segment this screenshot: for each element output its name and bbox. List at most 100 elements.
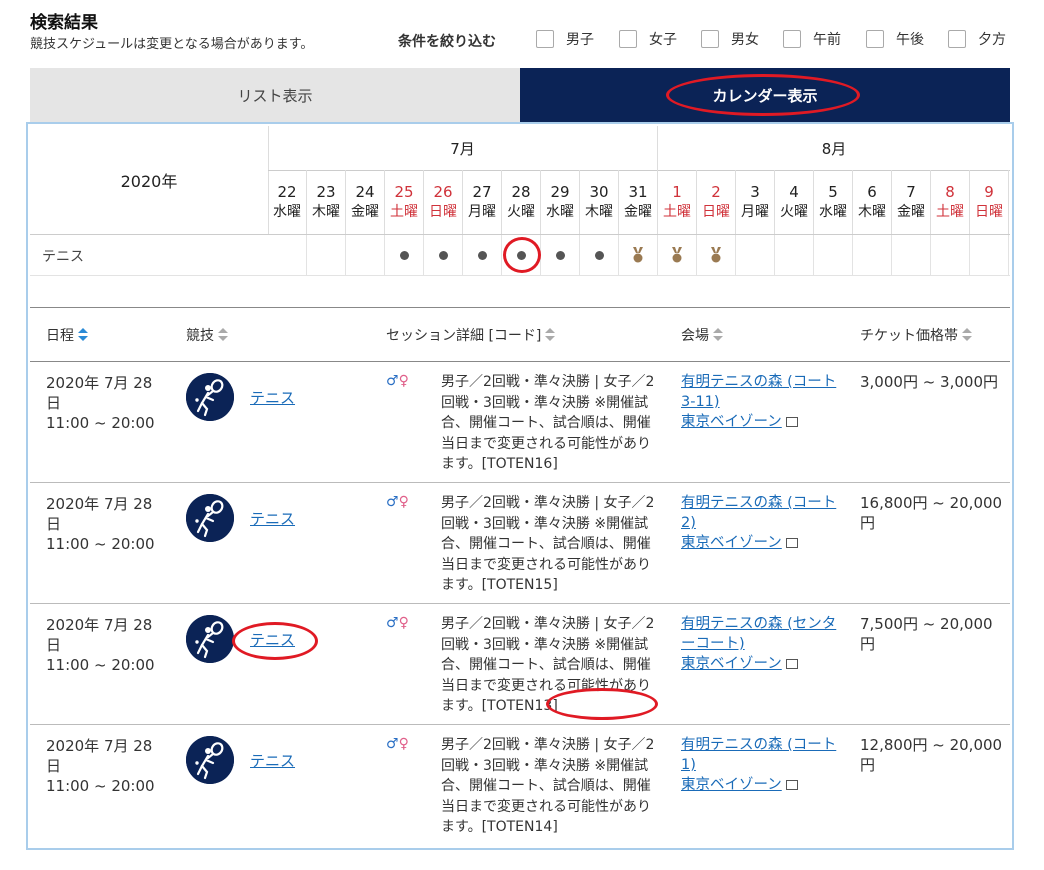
venue-link[interactable]: 有明テニスの森 (センターコート) [681, 614, 841, 654]
calendar-cell[interactable] [541, 235, 580, 275]
divider [30, 307, 1010, 308]
calendar-cell[interactable] [502, 235, 541, 275]
calendar-cell[interactable] [385, 235, 424, 275]
sort-icon[interactable] [545, 328, 556, 342]
header-session[interactable]: セッション詳細 [コード] [386, 325, 556, 345]
sport-link[interactable]: テニス [250, 508, 295, 529]
calendar-cell [736, 235, 775, 275]
header-venue[interactable]: 会場 [681, 325, 723, 345]
session-dot-icon[interactable] [555, 250, 565, 260]
calendar-cell [853, 235, 892, 275]
gender-icon: ♂♀ [386, 736, 409, 752]
session-dot-icon[interactable] [594, 250, 604, 260]
filter-women[interactable]: 女子 [619, 28, 677, 50]
price-range: 3,000円 ~ 3,000円 [860, 373, 998, 391]
calendar-cell[interactable] [619, 235, 658, 275]
calendar-day: 5 水曜 [814, 170, 853, 234]
tennis-icon [186, 494, 234, 542]
venue-link[interactable]: 有明テニスの森 (コート3-11) [681, 372, 841, 412]
sort-icon[interactable] [218, 328, 228, 342]
session-detail: 男子／2回戦・準々決勝 | 女子／2回戦・3回戦・準々決勝 ※開催試合、開催コー… [441, 374, 655, 472]
medal-icon[interactable] [632, 247, 644, 263]
filter-evening[interactable]: 夕方 [948, 28, 1006, 50]
calendar-cell[interactable] [463, 235, 502, 275]
divider [30, 361, 1010, 362]
calendar-day: 25 土曜 [385, 170, 424, 234]
divider [30, 724, 1010, 725]
sport-link[interactable]: テニス [250, 387, 295, 408]
checkbox[interactable] [536, 30, 554, 48]
external-link-icon [785, 659, 798, 669]
external-link-icon [785, 538, 798, 548]
session-detail: 男子／2回戦・準々決勝 | 女子／2回戦・3回戦・準々決勝 ※開催試合、開催コー… [441, 616, 655, 714]
calendar-day: 26 日曜 [424, 170, 463, 234]
venue: 有明テニスの森 (コート2) 東京ベイゾーン [681, 493, 841, 553]
sort-icon[interactable] [962, 328, 972, 342]
header-sport[interactable]: 競技 [186, 325, 228, 345]
filter-men[interactable]: 男子 [536, 28, 594, 50]
venue-link[interactable]: 有明テニスの森 (コート1) [681, 735, 841, 775]
calendar-day: 24 金曜 [346, 170, 385, 234]
gender-icon: ♂♀ [386, 373, 409, 389]
sport-link[interactable]: テニス [250, 629, 295, 650]
filter-label: 条件を絞り込む [398, 34, 496, 50]
checkbox[interactable] [948, 30, 966, 48]
sort-icon[interactable] [713, 328, 723, 342]
calendar-cell [346, 235, 385, 275]
calendar-day: 4 火曜 [775, 170, 814, 234]
medal-icon[interactable] [710, 247, 722, 263]
session-dot-icon[interactable] [438, 250, 448, 260]
month-august: 8月 [821, 139, 847, 158]
calendar-day: 29 水曜 [541, 170, 580, 234]
checkbox[interactable] [866, 30, 884, 48]
calendar-day: 3 月曜 [736, 170, 775, 234]
filter-morning[interactable]: 午前 [783, 28, 841, 50]
checkbox[interactable] [619, 30, 637, 48]
calendar-day: 8 土曜 [931, 170, 970, 234]
page-title: 検索結果 [30, 13, 98, 33]
tab-list-view[interactable]: リスト表示 [30, 68, 520, 122]
area-link[interactable]: 東京ベイゾーン [681, 654, 841, 674]
session-dot-icon[interactable] [399, 250, 409, 260]
calendar-cell[interactable] [658, 235, 697, 275]
calendar-day: 7 金曜 [892, 170, 931, 234]
header-price[interactable]: チケット価格帯 [860, 325, 972, 345]
calendar-cell [775, 235, 814, 275]
header-date[interactable]: 日程 [46, 325, 88, 345]
calendar-day: 9 日曜 [970, 170, 1009, 234]
calendar-day: 31 金曜 [619, 170, 658, 234]
row-date: 2020年 7月 28日 11:00 ~ 20:00 [46, 374, 155, 432]
calendar-day: 1 土曜 [658, 170, 697, 234]
tennis-icon [186, 373, 234, 421]
calendar-day: 30 木曜 [580, 170, 619, 234]
tab-calendar-view[interactable]: カレンダー表示 [520, 68, 1010, 122]
area-link[interactable]: 東京ベイゾーン [681, 412, 841, 432]
price-range: 7,500円 ~ 20,000円 [860, 615, 993, 653]
area-link[interactable]: 東京ベイゾーン [681, 533, 841, 553]
checkbox[interactable] [783, 30, 801, 48]
session-dot-icon[interactable] [516, 250, 526, 260]
checkbox[interactable] [701, 30, 719, 48]
session-detail: 男子／2回戦・準々決勝 | 女子／2回戦・3回戦・準々決勝 ※開催試合、開催コー… [441, 495, 655, 593]
sort-icon[interactable] [78, 328, 88, 342]
filter-mixed[interactable]: 男女 [701, 28, 759, 50]
calendar-year: 2020年 [30, 126, 269, 234]
medal-icon[interactable] [671, 247, 683, 263]
session-dot-icon[interactable] [477, 250, 487, 260]
row-date: 2020年 7月 28日 11:00 ~ 20:00 [46, 737, 155, 795]
gender-icon: ♂♀ [386, 615, 409, 631]
calendar-cell [931, 235, 970, 275]
venue: 有明テニスの森 (センターコート) 東京ベイゾーン [681, 614, 841, 674]
calendar-cell [268, 235, 307, 275]
row-date: 2020年 7月 28日 11:00 ~ 20:00 [46, 495, 155, 553]
venue: 有明テニスの森 (コート1) 東京ベイゾーン [681, 735, 841, 795]
sport-link[interactable]: テニス [250, 750, 295, 771]
venue-link[interactable]: 有明テニスの森 (コート2) [681, 493, 841, 533]
filter-afternoon[interactable]: 午後 [866, 28, 924, 50]
calendar-cell[interactable] [580, 235, 619, 275]
calendar-cell[interactable] [697, 235, 736, 275]
calendar-cell [307, 235, 346, 275]
area-link[interactable]: 東京ベイゾーン [681, 775, 841, 795]
calendar-cell[interactable] [424, 235, 463, 275]
session-detail: 男子／2回戦・準々決勝 | 女子／2回戦・3回戦・準々決勝 ※開催試合、開催コー… [441, 737, 655, 835]
